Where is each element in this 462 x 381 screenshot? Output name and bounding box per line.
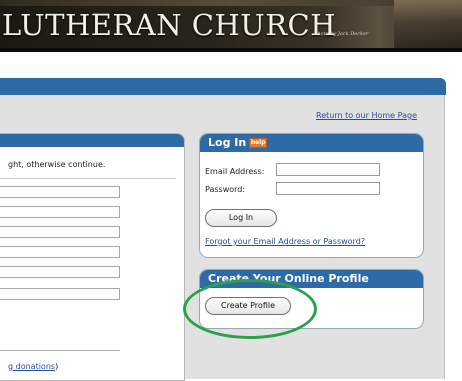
forgot-credentials-link[interactable]: Forgot your Email Address or Password? [205,237,365,246]
create-profile-header: Create Your Online Profile [200,270,423,288]
donations-text: g donations) [8,362,58,371]
password-label: Password: [205,185,246,194]
help-badge[interactable]: help [249,138,268,148]
form-field-1[interactable] [0,186,120,198]
banner-spacer [0,52,462,78]
password-input[interactable] [276,182,380,195]
donations-link[interactable]: g donations [8,362,55,371]
divider [0,350,120,351]
form-field-4[interactable] [0,246,120,258]
form-field-3[interactable] [0,226,120,238]
form-field-6[interactable] [0,288,120,300]
registration-panel-header [0,134,184,147]
login-header: Log In help [200,134,423,152]
return-home-link[interactable]: Return to our Home Page [316,111,417,120]
login-button[interactable]: Log In [205,209,277,227]
instruction-text: ght, otherwise continue. [8,160,106,169]
donations-suffix: ) [55,362,59,371]
photo-credit: Photo by Jack Decker [314,31,369,37]
church-banner: LUTHERAN CHURCH Photo by Jack Decker [0,0,462,52]
form-field-2[interactable] [0,206,120,218]
form-field-5[interactable] [0,266,120,278]
banner-photo-detail [394,0,462,52]
top-nav-bar [0,78,446,95]
email-label: Email Address: [205,167,265,176]
divider [0,178,176,179]
banner-title: LUTHERAN CHURCH [2,8,337,42]
email-input[interactable] [276,163,380,176]
login-title: Log In [208,136,247,149]
create-profile-button[interactable]: Create Profile [205,297,291,315]
